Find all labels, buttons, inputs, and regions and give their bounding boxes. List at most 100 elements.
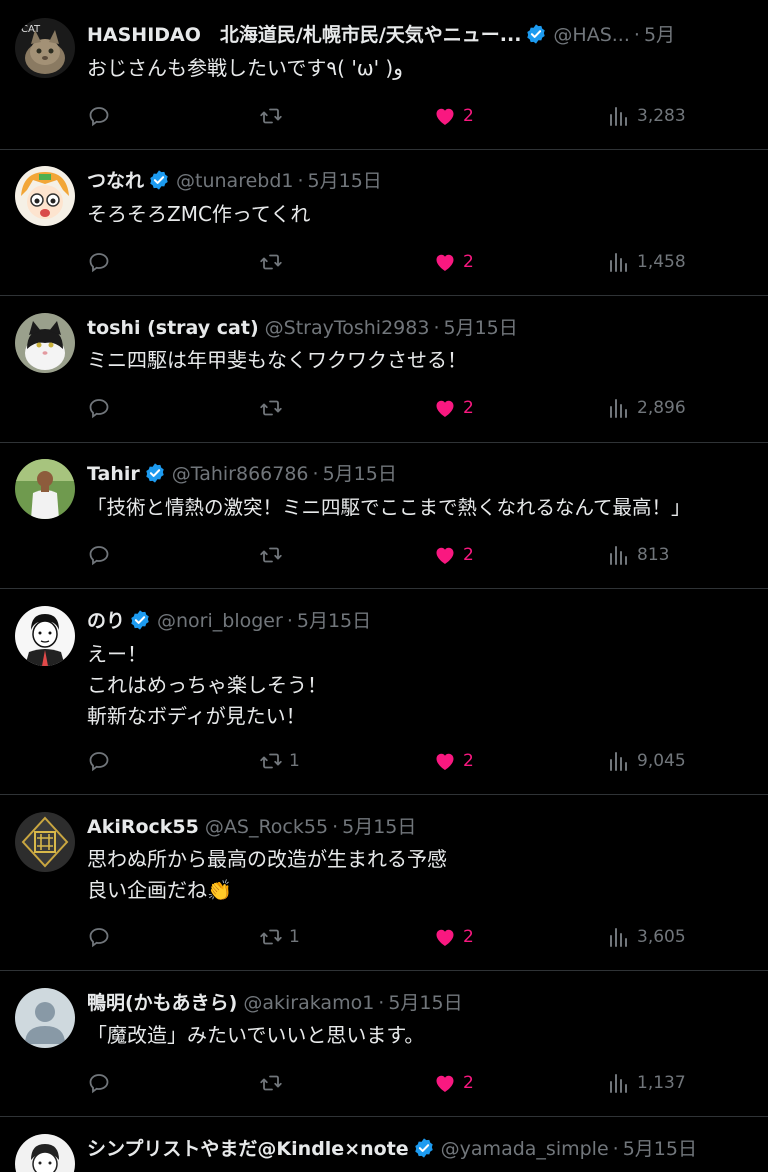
tweet-text-line: そろそろZMC作ってくれ xyxy=(87,202,311,226)
verified-badge-icon xyxy=(150,170,168,190)
retweet-button[interactable] xyxy=(259,1068,289,1098)
display-name[interactable]: のり xyxy=(87,610,125,632)
views-button[interactable]: 1,137 xyxy=(607,1068,686,1098)
like-button[interactable]: 2 xyxy=(433,247,474,277)
retweet-button[interactable]: 1 xyxy=(259,922,300,952)
reply-button[interactable] xyxy=(87,746,117,776)
views-button[interactable]: 1,458 xyxy=(607,247,686,277)
views-button[interactable]: 813 xyxy=(607,540,669,570)
reply-icon xyxy=(89,546,109,566)
user-handle[interactable]: @akirakamo1 xyxy=(243,992,374,1014)
separator-dot: · xyxy=(433,317,440,339)
tweet-actions: 2 2,896 xyxy=(87,393,747,423)
retweet-button[interactable] xyxy=(259,101,289,131)
retweet-icon xyxy=(260,254,282,270)
separator-dot: · xyxy=(332,816,339,838)
tweet-header: シンプリストやまだ@Kindle×note @yamada_simple · 5月15… xyxy=(87,1134,768,1164)
separator-dot: · xyxy=(286,610,293,632)
user-handle[interactable]: @nori_bloger xyxy=(157,610,283,632)
retweet-button[interactable] xyxy=(259,247,289,277)
tweet-text-line: 斬新なボディが見たい！ xyxy=(87,704,306,728)
reply-button[interactable] xyxy=(87,101,117,131)
user-handle[interactable]: @AS_Rock55 xyxy=(205,816,328,838)
like-button[interactable]: 2 xyxy=(433,540,474,570)
tweet-text: 「魔改造」みたいでいいと思います。 xyxy=(87,1020,768,1051)
reply-button[interactable] xyxy=(87,540,117,570)
tweet-date[interactable]: 5月15日 xyxy=(388,992,462,1014)
tweet-date[interactable]: 5月15日 xyxy=(623,1138,697,1160)
like-button[interactable]: 2 xyxy=(433,1068,474,1098)
person-outdoors-avatar[interactable] xyxy=(15,459,75,519)
views-button[interactable]: 3,605 xyxy=(607,922,686,952)
tweet[interactable]: toshi (stray cat) @StrayToshi2983 · 5月15日 ミ… xyxy=(0,296,768,443)
tweet-text-line: 思わぬ所から最高の改造が生まれる予感 xyxy=(87,847,447,871)
svg-text:CAT: CAT xyxy=(21,24,41,35)
display-name[interactable]: つなれ xyxy=(87,170,144,192)
tweet-date[interactable]: 5月 xyxy=(644,24,675,46)
tweet-date[interactable]: 5月15日 xyxy=(443,317,517,339)
tweet-text-line: 良い企画だね👏 xyxy=(87,878,232,902)
tweet-date[interactable]: 5月15日 xyxy=(308,170,382,192)
cat-photo-avatar[interactable]: CAT xyxy=(15,18,75,78)
view-count: 3,283 xyxy=(637,106,686,126)
display-name[interactable]: Tahir xyxy=(87,463,140,485)
tweet[interactable]: Tahir @Tahir866786 · 5月15日 「技術と情熱の激突！ミニ四駆でこ… xyxy=(0,443,768,589)
tweet[interactable]: 鴨明(かもあきら) @akirakamo1 · 5月15日 「魔改造」みたいでいいと思… xyxy=(0,971,768,1117)
reply-button[interactable] xyxy=(87,922,117,952)
retweet-icon xyxy=(260,753,282,769)
user-handle[interactable]: @Tahir866786 xyxy=(172,463,309,485)
retweet-button[interactable] xyxy=(259,393,289,423)
reply-icon xyxy=(89,399,109,419)
tweet[interactable]: シンプリストやまだ@Kindle×note @yamada_simple · 5月15… xyxy=(0,1117,768,1172)
tweet-text: 思わぬ所から最高の改造が生まれる予感 良い企画だね👏 xyxy=(87,844,768,906)
reply-icon xyxy=(89,107,109,127)
retweet-button[interactable] xyxy=(259,540,289,570)
display-name[interactable]: HASHIDAO 北海道民/札幌市民/天気やニュー... xyxy=(87,24,521,46)
retweet-icon xyxy=(260,547,282,563)
user-handle[interactable]: @tunarebd1 xyxy=(176,170,293,192)
user-handle[interactable]: @HAS... xyxy=(553,24,629,46)
tweet-date[interactable]: 5月15日 xyxy=(342,816,416,838)
like-button[interactable]: 2 xyxy=(433,393,474,423)
anime-character-avatar[interactable] xyxy=(15,166,75,226)
tweet-actions: 2 813 xyxy=(87,540,747,570)
views-button[interactable]: 9,045 xyxy=(607,746,686,776)
separator-dot: · xyxy=(378,992,385,1014)
reply-button[interactable] xyxy=(87,393,117,423)
tweet-text-line: 「技術と情熱の激突！ミニ四駆でここまで熱くなれるなんて最高！」 xyxy=(87,496,691,519)
view-count: 813 xyxy=(637,545,670,565)
user-handle[interactable]: @yamada_simple xyxy=(441,1138,609,1160)
views-button[interactable]: 2,896 xyxy=(607,393,686,423)
display-name[interactable]: toshi (stray cat) xyxy=(87,317,259,339)
heart-icon xyxy=(436,108,454,125)
like-button[interactable]: 2 xyxy=(433,746,474,776)
tweet[interactable]: CAT HASHIDAO 北海道民/札幌市民/天気やニュー... @HAS... ·… xyxy=(0,0,768,150)
tweet-date[interactable]: 5月15日 xyxy=(323,463,397,485)
tweet[interactable]: のり @nori_bloger · 5月15日 えー！ これはめっちゃ楽しそう！ 斬新… xyxy=(0,589,768,795)
reply-button[interactable] xyxy=(87,247,117,277)
gold-emblem-avatar[interactable] xyxy=(15,812,75,872)
heart-icon xyxy=(436,929,454,946)
analytics-icon xyxy=(610,546,627,565)
reply-button[interactable] xyxy=(87,1068,117,1098)
like-button[interactable]: 2 xyxy=(433,922,474,952)
user-handle[interactable]: @StrayToshi2983 xyxy=(265,317,430,339)
verified-badge-icon xyxy=(146,463,164,483)
default-person-avatar[interactable] xyxy=(15,988,75,1048)
black-white-cat-avatar[interactable] xyxy=(15,313,75,373)
tweet-text-line: おじさんも参戦したいです٩( 'ω' )و xyxy=(87,56,403,80)
illustrated-person-avatar[interactable] xyxy=(15,1134,75,1172)
illustrated-man-avatar[interactable] xyxy=(15,606,75,666)
tweet-date[interactable]: 5月15日 xyxy=(297,610,371,632)
tweet[interactable]: つなれ @tunarebd1 · 5月15日 そろそろZMC作ってくれ 2 1,458 xyxy=(0,150,768,296)
display-name[interactable]: 鴨明(かもあきら) xyxy=(87,992,237,1014)
like-count: 2 xyxy=(463,927,474,947)
display-name[interactable]: シンプリストやまだ@Kindle×note xyxy=(87,1138,409,1160)
tweet-header: toshi (stray cat) @StrayToshi2983 · 5月15日 xyxy=(87,313,768,343)
tweet[interactable]: AkiRock55 @AS_Rock55 · 5月15日 思わぬ所から最高の改造が生ま… xyxy=(0,795,768,971)
views-button[interactable]: 3,283 xyxy=(607,101,686,131)
display-name[interactable]: AkiRock55 xyxy=(87,816,199,838)
retweet-button[interactable]: 1 xyxy=(259,746,300,776)
retweet-count: 1 xyxy=(289,751,300,771)
like-button[interactable]: 2 xyxy=(433,101,474,131)
